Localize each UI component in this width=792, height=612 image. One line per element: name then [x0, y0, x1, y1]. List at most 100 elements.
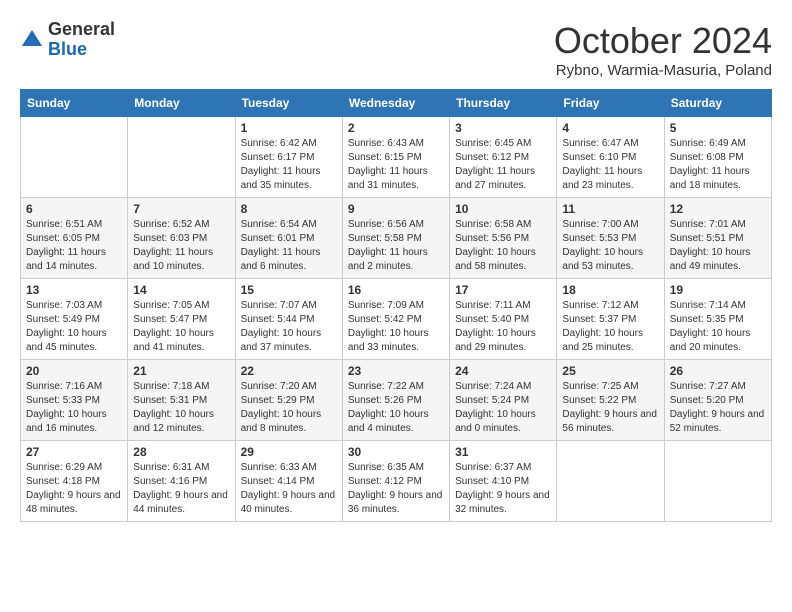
day-info: Sunrise: 7:14 AM Sunset: 5:35 PM Dayligh… — [670, 299, 766, 355]
day-number: 10 — [455, 202, 551, 216]
calendar-week-row: 13 Sunrise: 7:03 AM Sunset: 5:49 PM Dayli… — [21, 279, 772, 360]
day-number: 24 — [455, 364, 551, 378]
calendar-cell: 26 Sunrise: 7:27 AM Sunset: 5:20 PM Dayli… — [664, 360, 771, 441]
day-number: 11 — [562, 202, 658, 216]
day-info: Sunrise: 7:00 AM Sunset: 5:53 PM Dayligh… — [562, 218, 658, 274]
location-text: Rybno, Warmia-Masuria, Poland — [554, 62, 772, 79]
weekday-header-tuesday: Tuesday — [235, 90, 342, 117]
day-number: 15 — [241, 283, 337, 297]
day-info: Sunrise: 7:03 AM Sunset: 5:49 PM Dayligh… — [26, 299, 122, 355]
day-number: 28 — [133, 445, 229, 459]
day-number: 13 — [26, 283, 122, 297]
day-number: 18 — [562, 283, 658, 297]
title-block: October 2024 Rybno, Warmia-Masuria, Pola… — [554, 20, 772, 79]
day-info: Sunrise: 6:37 AM Sunset: 4:10 PM Dayligh… — [455, 461, 551, 517]
day-number: 14 — [133, 283, 229, 297]
day-info: Sunrise: 7:09 AM Sunset: 5:42 PM Dayligh… — [348, 299, 444, 355]
calendar-cell: 13 Sunrise: 7:03 AM Sunset: 5:49 PM Dayli… — [21, 279, 128, 360]
logo-general-text: General — [48, 19, 115, 39]
day-number: 6 — [26, 202, 122, 216]
logo-blue-text: Blue — [48, 39, 87, 59]
calendar-cell: 5Sunrise: 6:49 AM Sunset: 6:08 PM Daylig… — [664, 117, 771, 198]
day-info: Sunrise: 7:22 AM Sunset: 5:26 PM Dayligh… — [348, 380, 444, 436]
day-number: 16 — [348, 283, 444, 297]
day-number: 17 — [455, 283, 551, 297]
day-info: Sunrise: 7:05 AM Sunset: 5:47 PM Dayligh… — [133, 299, 229, 355]
day-number: 20 — [26, 364, 122, 378]
day-info: Sunrise: 7:01 AM Sunset: 5:51 PM Dayligh… — [670, 218, 766, 274]
weekday-header-wednesday: Wednesday — [342, 90, 449, 117]
month-title: October 2024 — [554, 20, 772, 62]
calendar-cell: 24 Sunrise: 7:24 AM Sunset: 5:24 PM Dayli… — [450, 360, 557, 441]
day-number: 25 — [562, 364, 658, 378]
day-number: 7 — [133, 202, 229, 216]
calendar-cell: 4 Sunrise: 6:47 AM Sunset: 6:10 PM Daylig… — [557, 117, 664, 198]
calendar-cell: 9 Sunrise: 6:56 AM Sunset: 5:58 PM Daylig… — [342, 198, 449, 279]
calendar-cell: 20 Sunrise: 7:16 AM Sunset: 5:33 PM Dayli… — [21, 360, 128, 441]
day-info: Sunrise: 6:56 AM Sunset: 5:58 PM Dayligh… — [348, 218, 444, 274]
day-info: Sunrise: 7:18 AM Sunset: 5:31 PM Dayligh… — [133, 380, 229, 436]
day-info: Sunrise: 7:07 AM Sunset: 5:44 PM Dayligh… — [241, 299, 337, 355]
day-info: Sunrise: 6:29 AM Sunset: 4:18 PM Dayligh… — [26, 461, 122, 517]
calendar-week-row: 6 Sunrise: 6:51 AM Sunset: 6:05 PM Daylig… — [21, 198, 772, 279]
weekday-header-friday: Friday — [557, 90, 664, 117]
day-number: 19 — [670, 283, 766, 297]
day-info: Sunrise: 7:24 AM Sunset: 5:24 PM Dayligh… — [455, 380, 551, 436]
calendar-cell: 22 Sunrise: 7:20 AM Sunset: 5:29 PM Dayli… — [235, 360, 342, 441]
calendar-cell: 12 Sunrise: 7:01 AM Sunset: 5:51 PM Dayli… — [664, 198, 771, 279]
day-number: 26 — [670, 364, 766, 378]
day-info: Sunrise: 6:35 AM Sunset: 4:12 PM Dayligh… — [348, 461, 444, 517]
day-number: 23 — [348, 364, 444, 378]
calendar-cell: 16 Sunrise: 7:09 AM Sunset: 5:42 PM Dayli… — [342, 279, 449, 360]
day-info: Sunrise: 7:27 AM Sunset: 5:20 PM Dayligh… — [670, 380, 766, 436]
calendar-cell — [557, 441, 664, 522]
calendar-cell: 21 Sunrise: 7:18 AM Sunset: 5:31 PM Dayli… — [128, 360, 235, 441]
day-info: Sunrise: 6:45 AM Sunset: 6:12 PM Dayligh… — [455, 137, 551, 193]
day-info: Sunrise: 6:33 AM Sunset: 4:14 PM Dayligh… — [241, 461, 337, 517]
day-info: Sunrise: 6:43 AM Sunset: 6:15 PM Dayligh… — [348, 137, 444, 193]
weekday-header-saturday: Saturday — [664, 90, 771, 117]
day-number: 30 — [348, 445, 444, 459]
calendar-cell: 27Sunrise: 6:29 AM Sunset: 4:18 PM Dayli… — [21, 441, 128, 522]
calendar-week-row: 1Sunrise: 6:42 AM Sunset: 6:17 PM Daylig… — [21, 117, 772, 198]
calendar-week-row: 27Sunrise: 6:29 AM Sunset: 4:18 PM Dayli… — [21, 441, 772, 522]
day-number: 31 — [455, 445, 551, 459]
calendar-cell: 17Sunrise: 7:11 AM Sunset: 5:40 PM Dayli… — [450, 279, 557, 360]
day-info: Sunrise: 7:20 AM Sunset: 5:29 PM Dayligh… — [241, 380, 337, 436]
calendar-cell: 8Sunrise: 6:54 AM Sunset: 6:01 PM Daylig… — [235, 198, 342, 279]
calendar-cell: 14 Sunrise: 7:05 AM Sunset: 5:47 PM Dayli… — [128, 279, 235, 360]
day-info: Sunrise: 7:25 AM Sunset: 5:22 PM Dayligh… — [562, 380, 658, 436]
weekday-header-monday: Monday — [128, 90, 235, 117]
calendar-cell: 31 Sunrise: 6:37 AM Sunset: 4:10 PM Dayli… — [450, 441, 557, 522]
day-number: 9 — [348, 202, 444, 216]
day-number: 22 — [241, 364, 337, 378]
day-number: 12 — [670, 202, 766, 216]
day-number: 8 — [241, 202, 337, 216]
calendar-cell: 11 Sunrise: 7:00 AM Sunset: 5:53 PM Dayli… — [557, 198, 664, 279]
day-info: Sunrise: 6:58 AM Sunset: 5:56 PM Dayligh… — [455, 218, 551, 274]
calendar-cell: 25 Sunrise: 7:25 AM Sunset: 5:22 PM Dayli… — [557, 360, 664, 441]
page-header: General Blue October 2024 Rybno, Warmia-… — [20, 20, 772, 79]
weekday-header-thursday: Thursday — [450, 90, 557, 117]
calendar-cell: 6 Sunrise: 6:51 AM Sunset: 6:05 PM Daylig… — [21, 198, 128, 279]
calendar-cell: 1Sunrise: 6:42 AM Sunset: 6:17 PM Daylig… — [235, 117, 342, 198]
day-number: 21 — [133, 364, 229, 378]
calendar-cell: 19 Sunrise: 7:14 AM Sunset: 5:35 PM Dayli… — [664, 279, 771, 360]
calendar-week-row: 20 Sunrise: 7:16 AM Sunset: 5:33 PM Dayli… — [21, 360, 772, 441]
day-info: Sunrise: 6:51 AM Sunset: 6:05 PM Dayligh… — [26, 218, 122, 274]
day-number: 29 — [241, 445, 337, 459]
day-number: 5 — [670, 121, 766, 135]
day-info: Sunrise: 7:12 AM Sunset: 5:37 PM Dayligh… — [562, 299, 658, 355]
calendar-cell: 7 Sunrise: 6:52 AM Sunset: 6:03 PM Daylig… — [128, 198, 235, 279]
day-number: 3 — [455, 121, 551, 135]
calendar-cell: 28Sunrise: 6:31 AM Sunset: 4:16 PM Dayli… — [128, 441, 235, 522]
calendar-cell — [21, 117, 128, 198]
day-info: Sunrise: 6:47 AM Sunset: 6:10 PM Dayligh… — [562, 137, 658, 193]
day-info: Sunrise: 7:16 AM Sunset: 5:33 PM Dayligh… — [26, 380, 122, 436]
calendar-cell: 10 Sunrise: 6:58 AM Sunset: 5:56 PM Dayli… — [450, 198, 557, 279]
calendar-cell: 23 Sunrise: 7:22 AM Sunset: 5:26 PM Dayli… — [342, 360, 449, 441]
calendar-table: SundayMondayTuesdayWednesdayThursdayFrid… — [20, 89, 772, 522]
day-number: 4 — [562, 121, 658, 135]
calendar-cell: 29 Sunrise: 6:33 AM Sunset: 4:14 PM Dayli… — [235, 441, 342, 522]
day-info: Sunrise: 6:52 AM Sunset: 6:03 PM Dayligh… — [133, 218, 229, 274]
